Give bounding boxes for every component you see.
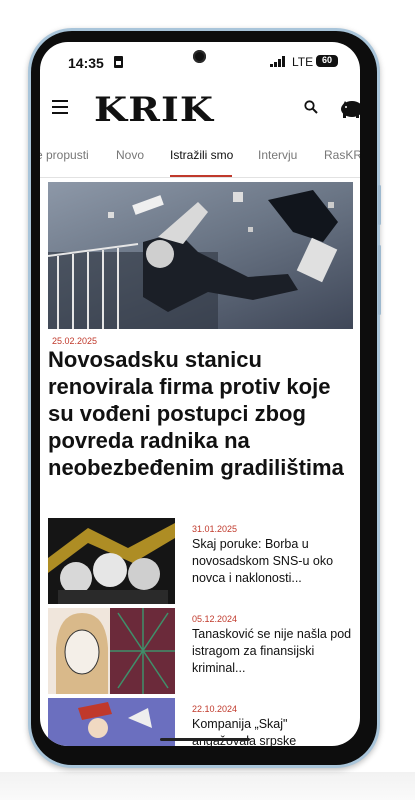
tabs-divider [40, 177, 360, 178]
hero-article-date: 25.02.2025 [52, 336, 98, 346]
site-logo[interactable]: KRIK [94, 90, 214, 130]
tab-raskri[interactable]: RasKRI [324, 148, 360, 162]
network-type: LTE [292, 55, 314, 69]
tab-propusti[interactable]: e propusti [40, 148, 89, 162]
signal-strength-icon [270, 56, 288, 67]
battery-icon: 60 [316, 55, 338, 67]
hero-article-title[interactable]: Novosadsku stanicu renovirala firma prot… [48, 346, 348, 481]
list-item[interactable]: 05.12.2024 Tanasković se nije našla pod … [48, 608, 353, 694]
article-date: 22.10.2024 [192, 704, 238, 714]
tab-intervju[interactable]: Intervju [258, 148, 297, 162]
power-button [378, 245, 381, 315]
hero-article-image[interactable] [48, 182, 353, 329]
tab-istrazili-smo[interactable]: Istražili smo [170, 148, 233, 162]
sim-card-icon [114, 56, 123, 68]
tab-novo[interactable]: Novo [116, 148, 144, 162]
menu-icon[interactable] [52, 100, 68, 114]
article-title[interactable]: Kompanija „Skaj" angažovala srpske [192, 716, 352, 746]
article-date: 05.12.2024 [192, 614, 238, 624]
article-thumbnail [48, 608, 175, 694]
gesture-home-bar[interactable] [160, 738, 250, 741]
piggy-bank-icon[interactable] [338, 98, 360, 118]
article-thumbnail [48, 518, 175, 604]
category-tabs: e propusti Novo Istražili smo Intervju R… [40, 138, 360, 174]
article-date: 31.01.2025 [192, 524, 238, 534]
phone-screen: 14:35 LTE 60 KRIK e propusti Novo Istraž… [40, 42, 360, 746]
article-title[interactable]: Skaj poruke: Borba u novosadskom SNS-u o… [192, 536, 352, 587]
front-camera [193, 50, 206, 63]
article-title[interactable]: Tanasković se nije našla pod istragom za… [192, 626, 352, 677]
app-header: KRIK [40, 82, 360, 134]
floor-shadow [0, 772, 415, 800]
status-time: 14:35 [68, 55, 104, 71]
search-icon[interactable] [304, 100, 318, 114]
volume-button [378, 185, 381, 225]
article-thumbnail [48, 698, 175, 746]
list-item[interactable]: 31.01.2025 Skaj poruke: Borba u novosads… [48, 518, 353, 604]
